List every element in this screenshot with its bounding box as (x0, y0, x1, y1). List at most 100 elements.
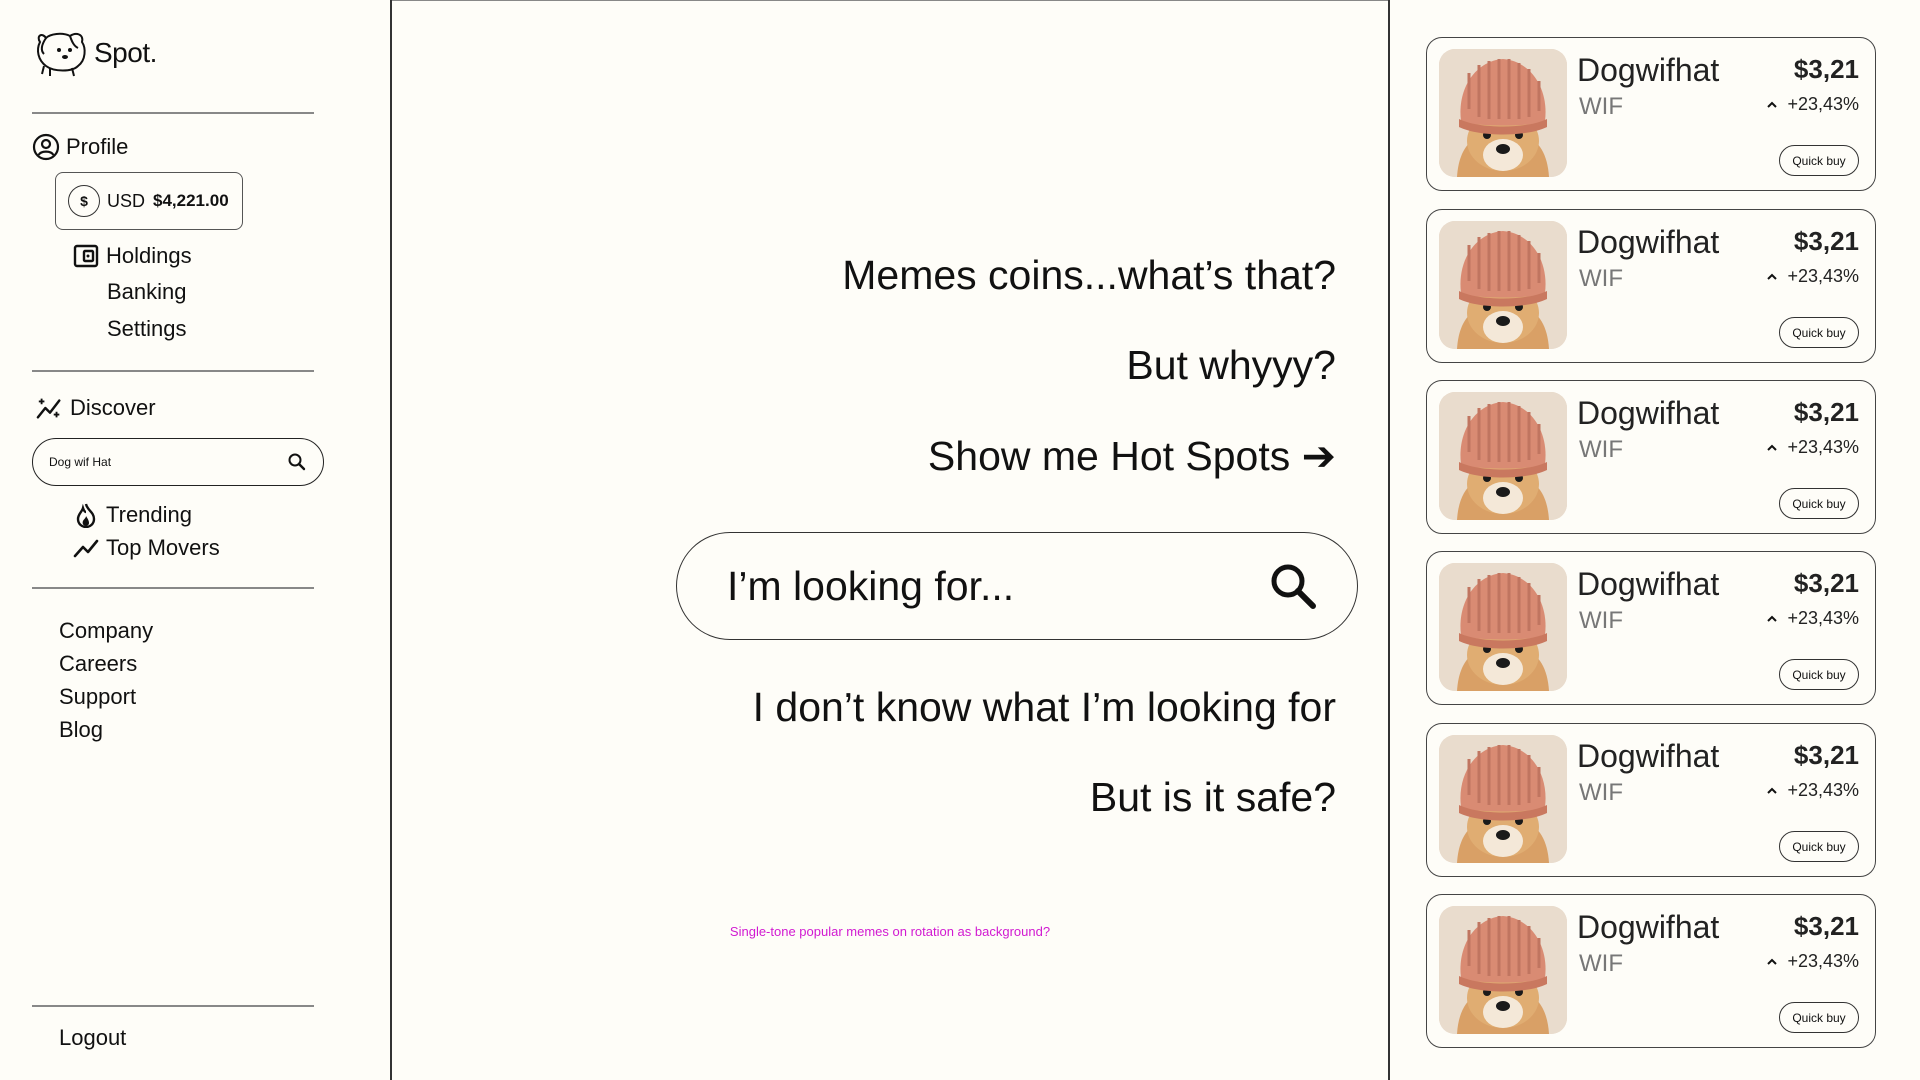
coin-name: Dogwifhat (1577, 52, 1720, 88)
coin-name: Dogwifhat (1577, 909, 1720, 945)
sidebar-search[interactable] (32, 438, 324, 486)
coin-change-value: +23,43% (1787, 94, 1859, 114)
logout-link[interactable]: Logout (59, 1025, 126, 1051)
main-left-border (390, 0, 392, 1080)
main-right-border (1388, 0, 1390, 1080)
chevron-up-icon (1767, 615, 1778, 622)
coin-ticker: WIF (1579, 607, 1623, 634)
design-note: Single-tone popular memes on rotation as… (729, 924, 1051, 939)
nav-top-movers-label: Top Movers (106, 535, 220, 560)
dog-logo-icon (37, 32, 86, 77)
nav-discover[interactable]: Discover (36, 394, 156, 422)
quick-buy-button[interactable]: Quick buy (1779, 831, 1859, 862)
nav-top-movers[interactable]: Top Movers (72, 534, 220, 562)
divider (32, 370, 314, 372)
divider (32, 1005, 314, 1007)
flame-icon (72, 501, 100, 529)
dog-hat-image (1439, 221, 1567, 349)
prompt-why[interactable]: But whyyy? (1126, 342, 1336, 389)
prompt-is-it-safe[interactable]: But is it safe? (1090, 774, 1336, 821)
nav-holdings-label: Holdings (106, 243, 192, 268)
dog-hat-image (1439, 49, 1567, 177)
quick-buy-button[interactable]: Quick buy (1779, 488, 1859, 519)
app: Spot. Profile $ USD $4,221.00 Holdings B… (0, 0, 1920, 1080)
sidebar-search-input[interactable] (49, 455, 287, 469)
dog-hat-image (1439, 563, 1567, 691)
coin-change: +23,43% (1765, 94, 1859, 115)
coin-price: $3,21 (1793, 740, 1859, 770)
nav-trending-label: Trending (106, 502, 193, 527)
quick-buy-button[interactable]: Quick buy (1779, 1002, 1859, 1033)
brand-name: Spot. (94, 37, 157, 68)
footer-link-careers[interactable]: Careers (59, 651, 137, 677)
coin-name: Dogwifhat (1577, 738, 1720, 774)
chevron-up-icon (1767, 787, 1778, 794)
coin-change-value: +23,43% (1787, 951, 1859, 971)
coin-card[interactable]: Dogwifhat WIF $3,21 +23,43% Quick buy (1426, 723, 1876, 877)
coin-change: +23,43% (1765, 437, 1859, 458)
balance-badge[interactable]: $ USD $4,221.00 (55, 172, 243, 230)
coin-change-value: +23,43% (1787, 266, 1859, 286)
coin-price: $3,21 (1793, 54, 1859, 84)
quick-buy-button[interactable]: Quick buy (1779, 145, 1859, 176)
coin-price: $3,21 (1793, 226, 1859, 256)
coin-change: +23,43% (1765, 951, 1859, 972)
nav-settings[interactable]: Settings (107, 316, 187, 342)
main-top-border (390, 0, 1390, 1)
coin-price: $3,21 (1793, 911, 1859, 941)
coin-avatar (1439, 392, 1567, 520)
coin-ticker: WIF (1579, 779, 1623, 806)
prompt-hot-spots[interactable]: Show me Hot Spots ➔ (928, 432, 1336, 480)
footer-link-company[interactable]: Company (59, 618, 153, 644)
coin-name: Dogwifhat (1577, 566, 1720, 602)
main-search-input[interactable] (727, 562, 1267, 610)
coin-change-value: +23,43% (1787, 437, 1859, 457)
user-circle-icon (32, 133, 60, 161)
coin-name: Dogwifhat (1577, 224, 1720, 260)
coin-card[interactable]: Dogwifhat WIF $3,21 +23,43% Quick buy (1426, 37, 1876, 191)
quick-buy-button[interactable]: Quick buy (1779, 659, 1859, 690)
nav-profile-label: Profile (66, 134, 129, 159)
search-icon[interactable] (1267, 560, 1319, 612)
nav-profile[interactable]: Profile (32, 133, 128, 161)
coin-avatar (1439, 563, 1567, 691)
coin-name: Dogwifhat (1577, 395, 1720, 431)
coin-card[interactable]: Dogwifhat WIF $3,21 +23,43% Quick buy (1426, 209, 1876, 363)
coin-card[interactable]: Dogwifhat WIF $3,21 +23,43% Quick buy (1426, 894, 1876, 1048)
divider (32, 112, 314, 114)
coin-avatar (1439, 221, 1567, 349)
wallet-icon (72, 242, 100, 270)
dollar-coin-icon: $ (68, 185, 100, 217)
coin-ticker: WIF (1579, 265, 1623, 292)
sparkle-trend-icon (36, 394, 64, 422)
sidebar: Spot. Profile $ USD $4,221.00 Holdings B… (0, 0, 390, 1080)
coin-card[interactable]: Dogwifhat WIF $3,21 +23,43% Quick buy (1426, 380, 1876, 534)
coin-card[interactable]: Dogwifhat WIF $3,21 +23,43% Quick buy (1426, 551, 1876, 705)
nav-holdings[interactable]: Holdings (72, 242, 192, 270)
footer-link-blog[interactable]: Blog (59, 717, 103, 743)
coin-change: +23,43% (1765, 266, 1859, 287)
dog-hat-image (1439, 392, 1567, 520)
balance-amount: $4,221.00 (153, 191, 229, 210)
coin-price: $3,21 (1793, 568, 1859, 598)
coin-avatar (1439, 49, 1567, 177)
coin-change-value: +23,43% (1787, 608, 1859, 628)
search-icon[interactable] (287, 452, 307, 472)
prompt-what-are-memecoins[interactable]: Memes coins...what’s that? (842, 252, 1336, 299)
quick-buy-button[interactable]: Quick buy (1779, 317, 1859, 348)
dog-hat-image (1439, 906, 1567, 1034)
logo[interactable]: Spot. (32, 28, 157, 78)
nav-discover-label: Discover (70, 395, 156, 420)
dog-hat-image (1439, 735, 1567, 863)
coin-change: +23,43% (1765, 780, 1859, 801)
nav-banking[interactable]: Banking (107, 279, 187, 305)
nav-trending[interactable]: Trending (72, 501, 192, 529)
prompt-dont-know[interactable]: I don’t know what I’m looking for (753, 684, 1336, 731)
chevron-up-icon (1767, 958, 1778, 965)
coin-ticker: WIF (1579, 436, 1623, 463)
footer-link-support[interactable]: Support (59, 684, 136, 710)
main-search[interactable] (676, 532, 1358, 640)
chevron-up-icon (1767, 101, 1778, 108)
balance-currency: USD (107, 190, 146, 211)
trending-up-icon (72, 534, 100, 562)
